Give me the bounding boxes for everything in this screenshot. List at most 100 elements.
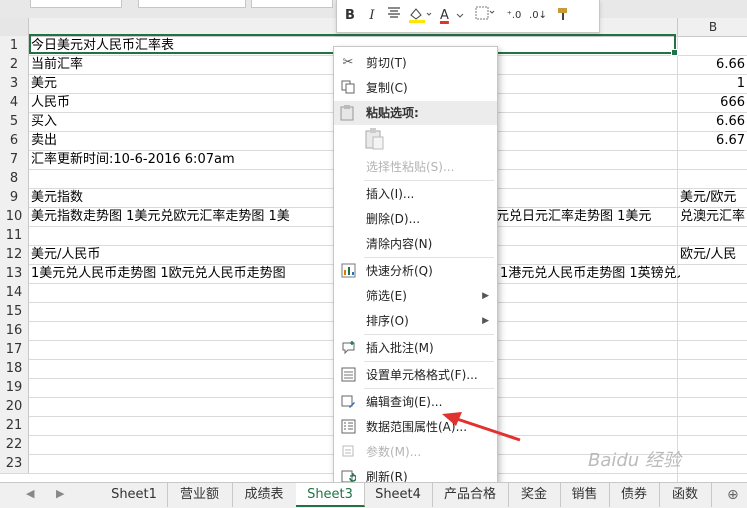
sheet-tab[interactable]: Sheet3 <box>296 483 365 507</box>
menu-label: 筛选(E) <box>366 289 407 303</box>
cell-overflow-text: 元兑日元汇率走势图 1美元 <box>496 209 652 224</box>
row-number[interactable]: 15 <box>0 302 29 321</box>
menu-label: 插入批注(M) <box>366 341 434 355</box>
row-number[interactable]: 17 <box>0 340 29 359</box>
borders-icon[interactable] <box>473 6 499 26</box>
row-number[interactable]: 1 <box>0 36 29 55</box>
menu-label: 剪切(T) <box>366 56 407 70</box>
menu-item-delete[interactable]: 删除(D)... <box>334 207 497 231</box>
paste-options-header: 粘贴选项: <box>334 101 497 125</box>
row-number[interactable]: 20 <box>0 397 29 416</box>
parameters-icon <box>340 444 356 460</box>
row-number[interactable]: 18 <box>0 359 29 378</box>
select-all-corner[interactable] <box>0 18 29 36</box>
menu-item-quick-analysis[interactable]: 快速分析(Q) <box>334 259 497 283</box>
sheet-tab[interactable]: Sheet1 <box>101 483 168 507</box>
cell-a[interactable]: 美元指数走势图 1美元兑欧元汇率走势图 1美 <box>31 207 290 226</box>
bold-button[interactable]: B <box>341 6 359 26</box>
cell-b[interactable]: 兑澳元汇率 <box>680 207 745 226</box>
cell-b[interactable]: 666 <box>720 93 745 112</box>
cell-b[interactable]: 1 <box>737 74 745 93</box>
sheet-tab[interactable]: Sheet4 <box>364 483 433 507</box>
row-number[interactable]: 2 <box>0 55 29 74</box>
row-number[interactable]: 4 <box>0 93 29 112</box>
menu-item-format-cells[interactable]: 设置单元格格式(F)... <box>334 363 497 387</box>
row-number[interactable]: 8 <box>0 169 29 188</box>
cell-a[interactable]: 1美元兑人民币走势图 1欧元兑人民币走势图 <box>31 264 286 283</box>
decrease-decimal-icon[interactable]: ⁺.0 <box>503 6 525 26</box>
cell-b[interactable]: 6.66 <box>716 55 745 74</box>
cell-a[interactable]: 卖出 <box>31 131 57 150</box>
row-number[interactable]: 22 <box>0 435 29 454</box>
sheet-tab[interactable]: 销售 <box>560 483 610 507</box>
cell-a[interactable]: 买入 <box>31 112 57 131</box>
formula-input-extra[interactable] <box>251 0 333 8</box>
menu-item-paste-special[interactable]: 选择性粘贴(S)... <box>334 155 497 179</box>
row-number[interactable]: 5 <box>0 112 29 131</box>
menu-label: 排序(O) <box>366 314 409 328</box>
sheet-tab[interactable]: 营业额 <box>167 483 233 507</box>
menu-separator <box>364 257 494 258</box>
font-color-button[interactable]: A <box>437 6 467 26</box>
cell-b[interactable]: 6.67 <box>716 131 745 150</box>
tab-scroll-left-icon[interactable]: ◀ <box>26 487 34 500</box>
format-painter-icon[interactable] <box>553 6 575 26</box>
cell-a[interactable]: 汇率更新时间:10-6-2016 6:07am <box>31 150 235 169</box>
row-number[interactable]: 16 <box>0 321 29 340</box>
menu-label: 复制(C) <box>366 81 408 95</box>
row-number[interactable]: 10 <box>0 207 29 226</box>
submenu-arrow-icon: ▶ <box>482 316 489 326</box>
cell-a[interactable]: 当前汇率 <box>31 55 83 74</box>
row-number[interactable]: 14 <box>0 283 29 302</box>
cell-b[interactable]: 欧元/人民 <box>680 245 736 264</box>
cell-a[interactable]: 人民币 <box>31 93 70 112</box>
align-center-icon[interactable] <box>383 6 405 26</box>
sheet-tab[interactable]: 成绩表 <box>232 483 297 507</box>
row-number[interactable]: 23 <box>0 454 29 473</box>
row-number[interactable]: 21 <box>0 416 29 435</box>
row-number[interactable]: 12 <box>0 245 29 264</box>
increase-decimal-icon[interactable]: .0↓ <box>527 6 549 26</box>
sheet-tab[interactable]: 奖金 <box>508 483 561 507</box>
sheet-tab[interactable]: 产品合格 <box>432 483 509 507</box>
formula-input[interactable] <box>138 0 246 8</box>
row-number[interactable]: 13 <box>0 264 29 283</box>
menu-item-copy[interactable]: 复制(C) <box>334 76 497 100</box>
font-color-letter: A <box>439 8 449 23</box>
menu-separator <box>364 388 494 389</box>
sheet-tab-bar: ◀ ▶ Sheet1 营业额 成绩表 Sheet3 Sheet4 产品合格 奖金 销售 债券 函数… <box>0 482 747 508</box>
clipboard-icon <box>340 105 354 125</box>
menu-item-insert[interactable]: 插入(I)... <box>334 182 497 206</box>
menu-item-filter[interactable]: 筛选(E) ▶ <box>334 284 497 308</box>
menu-label: 删除(D)... <box>366 212 421 226</box>
cell-b[interactable]: 6.66 <box>716 112 745 131</box>
sheet-tab[interactable]: 债券 <box>609 483 660 507</box>
menu-separator <box>364 180 494 181</box>
row-number[interactable]: 7 <box>0 150 29 169</box>
copy-icon <box>340 80 356 96</box>
italic-button[interactable]: I <box>363 6 381 26</box>
column-header-b[interactable]: B <box>677 18 747 36</box>
name-box[interactable] <box>30 0 122 8</box>
cell-a[interactable]: 美元指数 <box>31 188 83 207</box>
menu-item-clear-contents[interactable]: 清除内容(N) <box>334 232 497 256</box>
fill-color-icon[interactable] <box>407 6 433 26</box>
menu-item-cut[interactable]: ✂ 剪切(T) <box>334 51 497 75</box>
menu-separator <box>364 334 494 335</box>
menu-item-sort[interactable]: 排序(O) ▶ <box>334 309 497 333</box>
cell-b[interactable]: 美元/欧元 <box>680 188 736 207</box>
row-number[interactable]: 9 <box>0 188 29 207</box>
menu-item-insert-comment[interactable]: 插入批注(M) <box>334 336 497 360</box>
menu-label: 选择性粘贴(S)... <box>366 160 455 174</box>
row-number[interactable]: 11 <box>0 226 29 245</box>
sheet-tab[interactable]: 函数 <box>659 483 712 507</box>
more-tabs-icon[interactable]: ⊕ <box>727 487 739 503</box>
row-number[interactable]: 6 <box>0 131 29 150</box>
row-number[interactable]: 19 <box>0 378 29 397</box>
tab-scroll-right-icon[interactable]: ▶ <box>56 487 64 500</box>
cell-a[interactable]: 美元/人民币 <box>31 245 100 264</box>
row-number[interactable]: 3 <box>0 74 29 93</box>
paste-option-button[interactable] <box>364 127 388 151</box>
menu-label: 参数(M)... <box>366 445 422 459</box>
cell-a[interactable]: 美元 <box>31 74 57 93</box>
